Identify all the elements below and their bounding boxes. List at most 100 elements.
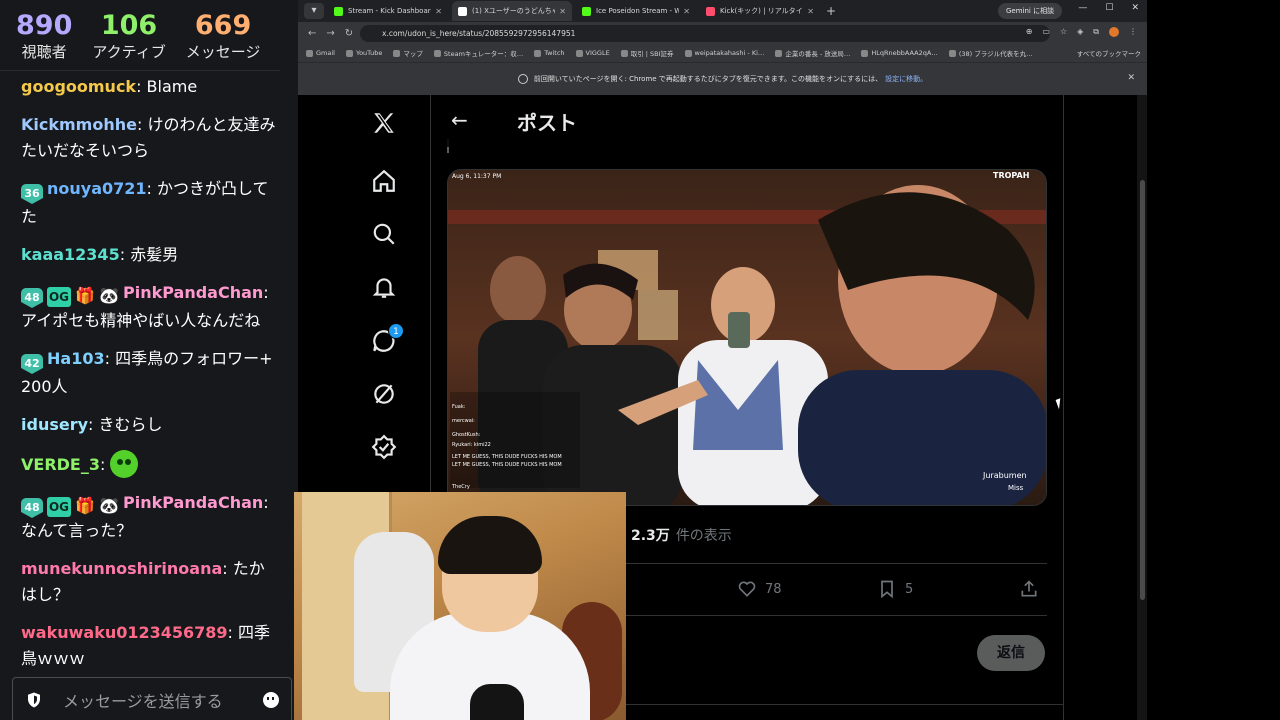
chat-separator: : [263, 283, 269, 302]
grok-icon[interactable] [364, 374, 404, 414]
browser-tab[interactable]: Stream - Kick Dashboard ✕ [328, 1, 448, 21]
video-brand: TROPAH [993, 171, 1029, 180]
chat-username[interactable]: PinkPandaChan [123, 493, 263, 512]
chat-username[interactable]: Ha103 [47, 349, 105, 368]
bell-icon[interactable] [364, 267, 404, 307]
profile-avatar[interactable] [1109, 27, 1119, 37]
search-icon[interactable] [364, 214, 404, 254]
menu-icon[interactable]: ⋮ [1129, 27, 1137, 37]
messages-icon[interactable]: 1 [364, 321, 404, 361]
verified-icon[interactable] [364, 427, 404, 467]
address-bar-icons: ⊕ ▭ ☆ ◈ ⧉ ⋮ [1026, 27, 1137, 37]
home-icon[interactable] [364, 161, 404, 201]
bookmark-label: Twitch [544, 49, 565, 57]
bookmark-item[interactable]: 取引 | SBI証券 [620, 48, 674, 58]
arrow-left-icon[interactable]: ← [451, 110, 473, 132]
viewers-label: 視聴者 [21, 43, 67, 61]
bookmark-item[interactable]: Gmail [306, 49, 335, 57]
tab-close-icon[interactable]: ✕ [683, 7, 690, 16]
bookmark-favicon-icon [433, 49, 441, 57]
bookmark-item[interactable]: HLqRnebbAAA2qA… [861, 49, 938, 57]
subscriber-badge: 48 [21, 498, 43, 518]
share-button[interactable] [1019, 579, 1039, 599]
bookmark-favicon-icon [393, 49, 401, 57]
messages-count: 669 [194, 10, 252, 41]
bookmark-item[interactable]: Twitch [534, 49, 565, 57]
chat-separator: : [136, 115, 148, 134]
tab-title: Ice Poseidon Stream - Watch Li [596, 7, 680, 15]
puzzle-icon[interactable]: ⧉ [1093, 27, 1099, 37]
chat-username[interactable]: nouya0721 [47, 179, 147, 198]
post-title: ポスト [517, 110, 577, 135]
chat-username[interactable]: googoomuck [21, 77, 136, 96]
maximize-button[interactable]: ☐ [1105, 3, 1113, 13]
bookmark-item[interactable]: YouTube [345, 49, 383, 57]
video-frame: Fuak: mercwai: GhostKush: Ryukari: kimi2… [448, 170, 1046, 505]
views-count: 2.3万 [631, 528, 670, 544]
chat-separator: : [146, 179, 158, 198]
star-icon[interactable]: ☆ [1060, 27, 1067, 37]
tab-close-icon[interactable]: ✕ [807, 7, 814, 16]
chat-message: idusery: きむらし [21, 412, 276, 438]
all-bookmarks[interactable]: すべてのブックマーク [1077, 48, 1141, 58]
browser-tab[interactable]: (1) Xユーザーのうどんちゃんねる ✕ [452, 1, 572, 21]
tab-close-icon[interactable]: ✕ [435, 7, 442, 16]
close-window-button[interactable]: ✕ [1131, 3, 1139, 13]
infobar-close-icon[interactable]: ✕ [1127, 73, 1135, 83]
extension-icon[interactable]: ◈ [1077, 27, 1083, 37]
chat-message: munekunnoshirinoana: たかはし？ [21, 556, 276, 608]
chat-username[interactable]: kaaa12345 [21, 245, 120, 264]
chat-text: Blame [146, 77, 198, 96]
bookmark-favicon-icon [345, 49, 353, 57]
chat-username[interactable]: Kickmmohhe [21, 115, 137, 134]
chat-messages-list: googoomuck: Blame Kickmmohhe: けのわんと友達みたいだ… [0, 74, 290, 684]
like-button[interactable]: 78 [737, 579, 782, 599]
chat-username[interactable]: wakuwaku0123456789 [21, 623, 228, 642]
bookmark-item[interactable]: (38) ブラジル代表を丸… [948, 48, 1033, 58]
gemini-button[interactable]: Gemini に相談 [998, 3, 1063, 19]
zoom-icon[interactable]: ⊕ [1026, 27, 1033, 37]
forward-icon[interactable]: → [326, 28, 334, 39]
chat-message: googoomuck: Blame [21, 74, 276, 100]
minimize-button[interactable]: — [1078, 3, 1087, 13]
page-scrollbar[interactable] [1140, 180, 1145, 600]
shield-icon[interactable] [25, 691, 43, 709]
bookmark-count: 5 [905, 581, 914, 597]
chat-message: 36 nouya0721: かつきが凸してた [21, 176, 276, 230]
new-tab-button[interactable]: + [826, 4, 836, 18]
bookmark-favicon-icon [948, 49, 956, 57]
reply-button[interactable]: 返信 [977, 635, 1045, 671]
tab-close-icon[interactable]: ✕ [559, 7, 566, 16]
emoji-icon[interactable] [263, 692, 279, 708]
bookmark-item[interactable]: VIGGLE [575, 49, 610, 57]
x-logo-icon[interactable] [364, 103, 404, 143]
bookmark-item[interactable]: 企業の番長 - 放送局… [775, 48, 850, 58]
post-media-video[interactable]: Fuak: mercwai: GhostKush: Ryukari: kimi2… [447, 169, 1047, 506]
url-field[interactable]: x.com/udon_is_here/status/20855929729561… [360, 25, 1050, 42]
chat-separator: : [136, 77, 147, 96]
bookmark-item[interactable]: Steamキュレーター：収… [433, 48, 523, 58]
bookmark-item[interactable]: weipatakahashi - Ki… [684, 49, 764, 57]
webcam-person-hair [438, 516, 542, 574]
chat-username[interactable]: idusery [21, 415, 88, 434]
chat-input[interactable]: メッセージを送信する [12, 677, 292, 720]
chat-username[interactable]: munekunnoshirinoana [21, 559, 222, 578]
bookmark-favicon-icon [775, 49, 783, 57]
browser-tab[interactable]: Ice Poseidon Stream - Watch Li✕ [576, 1, 696, 21]
bookmark-label: YouTube [355, 49, 383, 57]
chat-username[interactable]: PinkPandaChan [123, 283, 263, 302]
infobar-settings-link[interactable]: 設定に移動。 [885, 74, 927, 84]
browser-tab[interactable]: Kick(キック) | リアルタイムランキング ✕ [700, 1, 820, 21]
chat-separator: : [227, 623, 239, 642]
reload-icon[interactable]: ↻ [345, 28, 353, 39]
tab-search-icon[interactable]: ▾ [304, 3, 324, 19]
address-bar-row: ← → ↻ x.com/udon_is_here/status/20855929… [298, 22, 1147, 44]
bookmark-favicon-icon [620, 49, 628, 57]
bookmark-item[interactable]: マップ [393, 48, 423, 58]
bookmark-button[interactable]: 5 [877, 579, 913, 599]
back-icon[interactable]: ← [308, 28, 316, 39]
tab-favicon-icon [458, 6, 467, 16]
chat-username[interactable]: VERDE_3 [21, 455, 100, 474]
cast-icon[interactable]: ▭ [1042, 27, 1050, 37]
chat-message: 48 OG 🎁 🐼 PinkPandaChan: アイポセも精神やばい人なんだね [21, 280, 276, 334]
